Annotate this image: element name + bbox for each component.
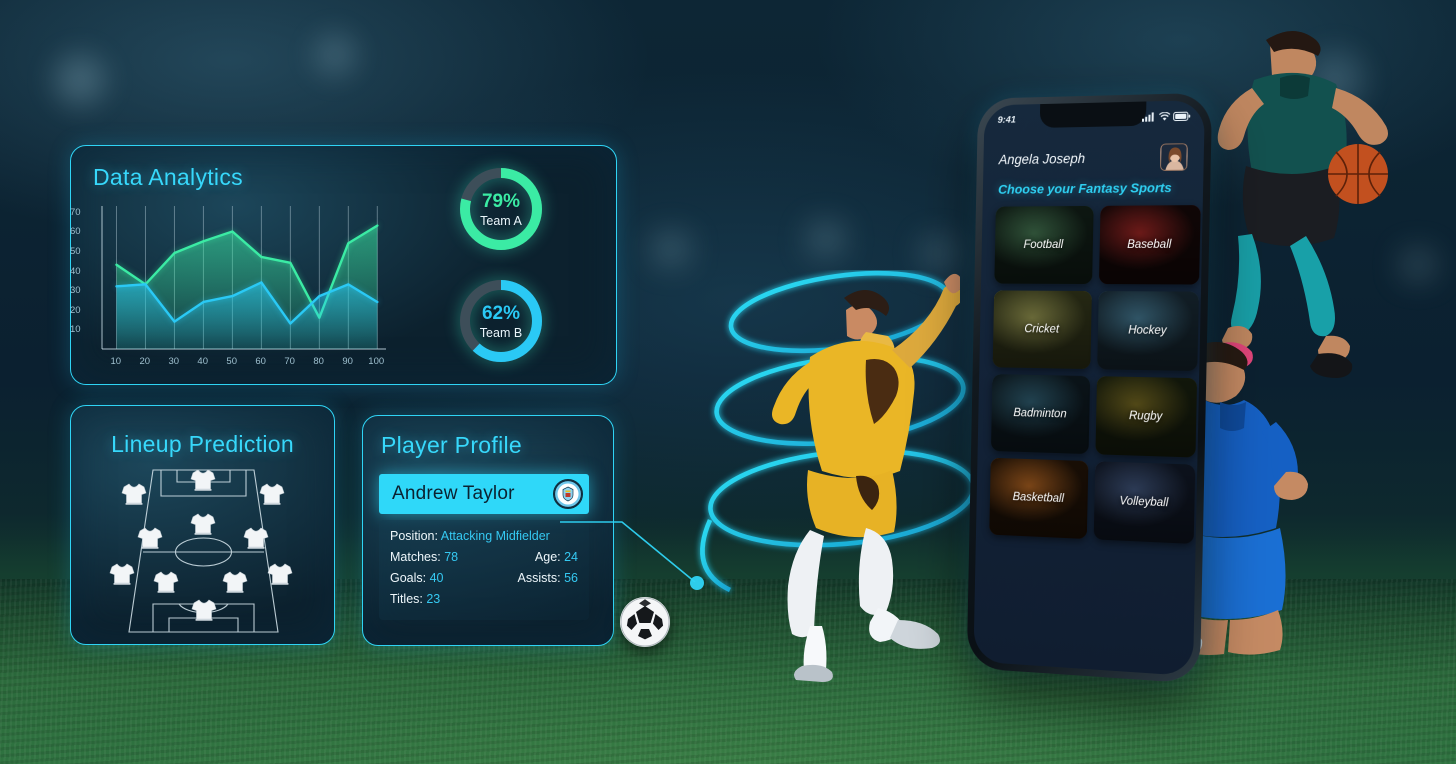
lineup-jersey-icon[interactable] <box>222 570 248 594</box>
chart-x-tick: 100 <box>368 356 385 367</box>
chart-x-tick: 60 <box>255 356 266 367</box>
chart-x-tick: 80 <box>313 356 324 367</box>
sport-tile-label: Volleyball <box>1119 495 1169 510</box>
sport-tile-hockey[interactable]: Hockey <box>1096 291 1199 372</box>
phone-screen: 9:41 Angela Joseph Choose your Fantasy S… <box>973 100 1205 677</box>
phone-section-title: Choose your Fantasy Sports <box>997 179 1172 197</box>
player-stat-row: Matches: 78 Age: 24 <box>390 550 578 564</box>
lineup-jersey-icon[interactable] <box>243 526 269 550</box>
lineup-jersey-icon[interactable] <box>190 468 216 492</box>
player-stat-label: Position: <box>390 529 441 543</box>
player-stat-label: Assists: <box>517 571 565 585</box>
player-stat-value: 78 <box>444 550 459 564</box>
chart-y-tick: 20 <box>70 304 81 316</box>
phone-frame: 9:41 Angela Joseph Choose your Fantasy S… <box>966 92 1213 684</box>
player-stat: Position: Attacking Midfielder <box>390 529 550 543</box>
chart-x-tick: 10 <box>110 356 122 367</box>
player-stat-label: Matches: <box>390 550 445 564</box>
lineup-jersey-icon[interactable] <box>153 570 179 594</box>
gauge-team-a: 79% Team A <box>455 163 547 255</box>
chart-x-tick: 40 <box>197 356 208 367</box>
chart-y-tick: 10 <box>70 324 81 336</box>
player-name: Andrew Taylor <box>392 483 515 504</box>
phone-status-bar: 9:41 <box>984 105 1205 130</box>
chart-x-tick: 30 <box>168 356 180 367</box>
chart-y-tick: 70 <box>70 206 81 218</box>
lineup-jersey-icon[interactable] <box>267 562 293 586</box>
sport-tile-label: Baseball <box>1127 238 1172 251</box>
gauge-team-label: Team B <box>479 325 523 340</box>
player-stats-box: Position: Attacking Midfielder Matches: 7… <box>379 520 589 620</box>
lineup-jersey-icon[interactable] <box>109 562 135 586</box>
chart-y-tick: 40 <box>70 265 81 277</box>
chart-y-tick: 50 <box>70 246 81 258</box>
sport-tile-badminton[interactable]: Badminton <box>990 374 1090 455</box>
chart-x-tick: 20 <box>139 356 151 367</box>
sport-tile-label: Basketball <box>1012 491 1065 506</box>
player-stat: Titles: 23 <box>390 592 440 606</box>
lineup-jersey-icon[interactable] <box>121 482 147 506</box>
football-pitch-diagram <box>91 466 316 634</box>
gauge-team-label: Team A <box>480 213 522 228</box>
lineup-jersey-icon[interactable] <box>137 526 163 550</box>
gauge-team-b: 62% Team B <box>455 275 547 367</box>
sport-tile-volleyball[interactable]: Volleyball <box>1093 461 1196 544</box>
phone-user-row: Angela Joseph <box>983 143 1204 173</box>
chart-canvas <box>101 206 386 350</box>
profile-connector-line <box>560 521 704 590</box>
phone-user-name: Angela Joseph <box>998 150 1086 168</box>
stadium-floodlight <box>800 222 852 256</box>
lineup-prediction-panel: Lineup Prediction <box>70 405 335 645</box>
lineup-prediction-title: Lineup Prediction <box>111 431 294 457</box>
chart-x-tick: 50 <box>226 356 237 367</box>
chart-x-tick: 90 <box>342 356 353 367</box>
gauge-value: 62% <box>481 302 521 324</box>
gauge-value: 79% <box>481 190 521 212</box>
analytics-area-chart <box>88 200 398 375</box>
player-stat: Matches: 78 <box>390 550 458 564</box>
player-profile-title: Player Profile <box>381 432 522 458</box>
sport-tile-label: Rugby <box>1128 410 1163 424</box>
player-stat-value: 40 <box>429 571 444 585</box>
sport-tile-basketball[interactable]: Basketball <box>989 457 1088 540</box>
status-time: 9:41 <box>997 114 1016 126</box>
sport-tile-football[interactable]: Football <box>994 205 1094 284</box>
player-stat-label: Goals: <box>390 571 430 585</box>
sport-tile-label: Badminton <box>1013 407 1067 421</box>
sport-tile-rugby[interactable]: Rugby <box>1094 376 1198 458</box>
player-stat-value: 23 <box>426 592 441 606</box>
player-stat-label: Titles: <box>390 592 427 606</box>
lineup-jersey-icon[interactable] <box>191 598 217 622</box>
player-stat-row: Goals: 40 Assists: 56 <box>390 571 578 585</box>
soccer-ball <box>620 597 670 647</box>
lineup-jersey-icon[interactable] <box>259 482 285 506</box>
sport-tile-label: Cricket <box>1024 323 1060 336</box>
signal-icon <box>1141 111 1154 122</box>
lineup-jersey-icon[interactable] <box>190 512 216 536</box>
player-name-bar[interactable]: Andrew Taylor <box>379 474 589 514</box>
wifi-icon <box>1158 112 1169 121</box>
sport-tile-baseball[interactable]: Baseball <box>1098 205 1201 285</box>
player-stat-row: Titles: 23 <box>390 592 578 606</box>
player-stat: Goals: 40 <box>390 571 444 585</box>
sport-tile-label: Football <box>1023 239 1064 252</box>
chart-y-tick: 30 <box>70 285 81 297</box>
fantasy-sports-tile-grid: Football Baseball Cricket Hockey Badminton Ru… <box>989 205 1201 544</box>
chart-x-tick: 70 <box>284 356 295 367</box>
phone-mockup: 9:41 Angela Joseph Choose your Fantasy S… <box>966 92 1213 684</box>
stadium-floodlight <box>1395 250 1441 280</box>
poster-canvas: Data Analytics 10 20 30 40 50 60 70 10 20 30 40 50… <box>0 0 1456 764</box>
stadium-floodlight <box>915 238 961 268</box>
user-avatar[interactable] <box>1159 143 1188 171</box>
sport-tile-label: Hockey <box>1128 324 1167 338</box>
chart-y-tick: 60 <box>70 226 81 238</box>
player-stat-row: Position: Attacking Midfielder <box>390 529 578 543</box>
stadium-floodlight <box>645 232 697 266</box>
sport-tile-cricket[interactable]: Cricket <box>992 290 1092 370</box>
battery-icon <box>1173 111 1191 121</box>
player-stat-value: Attacking Midfielder <box>440 529 550 543</box>
